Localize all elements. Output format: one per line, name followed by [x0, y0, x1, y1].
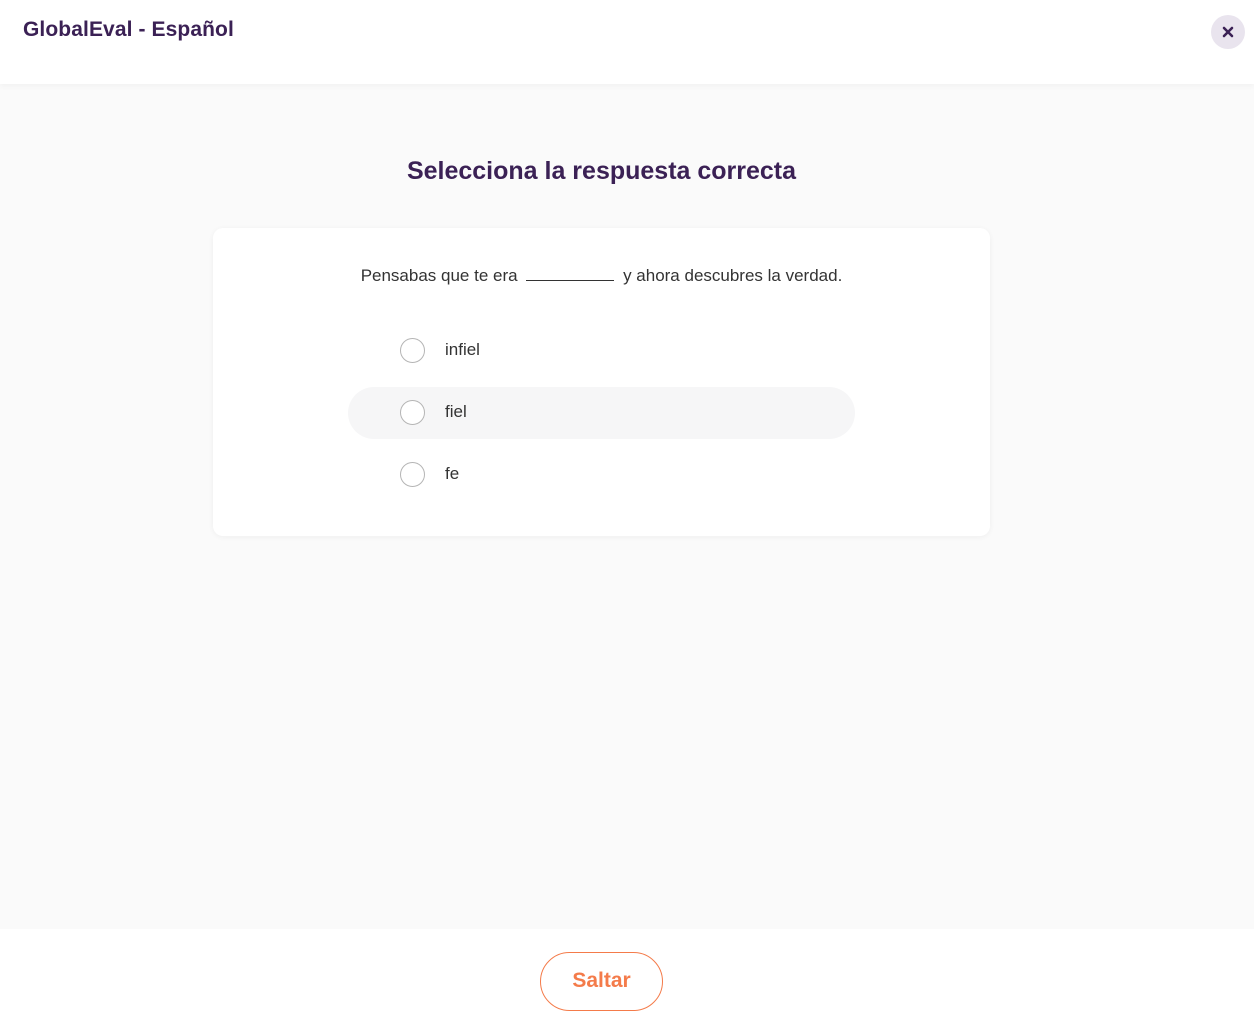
radio-button[interactable] — [400, 462, 425, 487]
question-title: Selecciona la respuesta correcta — [406, 157, 797, 185]
question-prompt: Pensabas que te era y ahora descubres la… — [213, 266, 990, 286]
option-label: fiel — [445, 402, 467, 421]
skip-button[interactable]: Saltar — [540, 952, 663, 1011]
option-infiel[interactable]: infiel — [348, 325, 855, 377]
option-fiel[interactable]: fiel — [348, 387, 855, 439]
close-icon — [1222, 26, 1234, 38]
top-bar: GlobalEval - Español — [0, 0, 1254, 84]
answer-blank — [526, 266, 615, 281]
option-label: infiel — [445, 340, 480, 359]
app-title: GlobalEval - Español — [23, 18, 234, 41]
close-button[interactable] — [1211, 15, 1245, 49]
radio-button[interactable] — [400, 338, 425, 363]
radio-button[interactable] — [400, 400, 425, 425]
question-card: Pensabas que te era y ahora descubres la… — [213, 228, 990, 536]
prompt-text-before: Pensabas que te era — [360, 266, 518, 285]
prompt-text-after: y ahora descubres la verdad. — [623, 266, 843, 285]
option-fe[interactable]: fe — [348, 449, 855, 501]
footer-bar: Saltar — [0, 929, 1254, 1018]
option-label: fe — [445, 464, 460, 483]
